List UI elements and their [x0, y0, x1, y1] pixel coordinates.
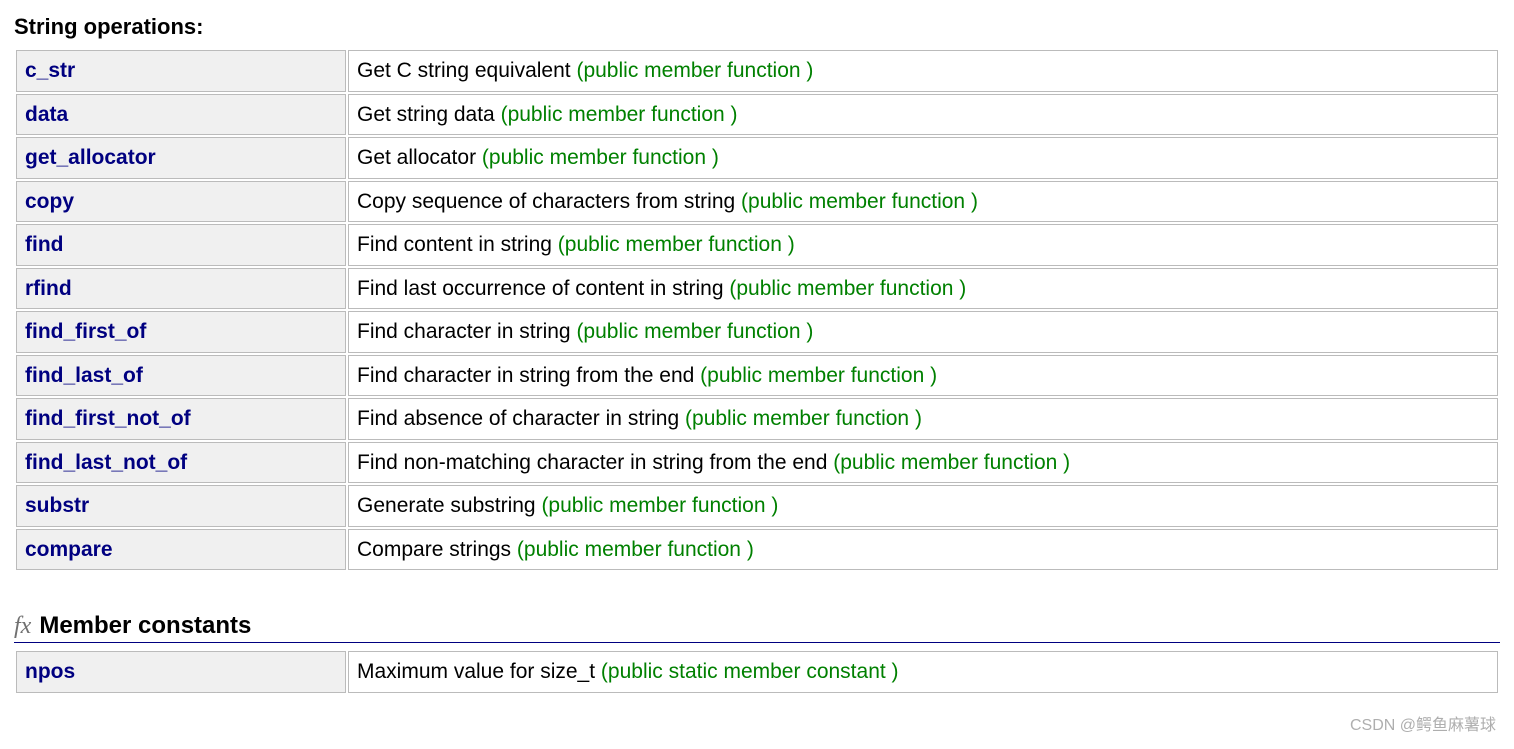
- func-desc: Copy sequence of characters from string: [357, 190, 741, 213]
- func-desc: Get C string equivalent: [357, 59, 576, 82]
- func-desc: Find last occurrence of content in strin…: [357, 277, 729, 300]
- func-desc-cell: Find character in string (public member …: [348, 311, 1498, 353]
- func-desc-cell: Find non-matching character in string fr…: [348, 442, 1498, 484]
- func-link-rfind[interactable]: rfind: [25, 277, 72, 300]
- func-desc: Find character in string from the end: [357, 364, 700, 387]
- func-name-cell[interactable]: find_last_of: [16, 355, 346, 397]
- func-desc: Find content in string: [357, 233, 558, 256]
- func-link-copy[interactable]: copy: [25, 190, 74, 213]
- table-row: npos Maximum value for size_t (public st…: [16, 651, 1498, 693]
- table-row: find_first_of Find character in string (…: [16, 311, 1498, 353]
- func-link-find_last_not_of[interactable]: find_last_not_of: [25, 451, 187, 474]
- func-tag: (public member function ): [482, 146, 719, 169]
- func-tag: (public member function ): [576, 320, 813, 343]
- table-row: find_last_of Find character in string fr…: [16, 355, 1498, 397]
- func-link-compare[interactable]: compare: [25, 538, 113, 561]
- func-desc-cell: Find absence of character in string (pub…: [348, 398, 1498, 440]
- func-tag: (public member function ): [700, 364, 937, 387]
- table-row: substr Generate substring (public member…: [16, 485, 1498, 527]
- table-row: c_str Get C string equivalent (public me…: [16, 50, 1498, 92]
- table-row: rfind Find last occurrence of content in…: [16, 268, 1498, 310]
- func-desc-cell: Copy sequence of characters from string …: [348, 181, 1498, 223]
- table-row: find_first_not_of Find absence of charac…: [16, 398, 1498, 440]
- func-link-find[interactable]: find: [25, 233, 63, 256]
- func-name-cell[interactable]: substr: [16, 485, 346, 527]
- func-desc-cell: Find last occurrence of content in strin…: [348, 268, 1498, 310]
- func-desc-cell: Get allocator (public member function ): [348, 137, 1498, 179]
- func-name-cell[interactable]: copy: [16, 181, 346, 223]
- func-desc-cell: Compare strings (public member function …: [348, 529, 1498, 571]
- func-desc-cell: Get string data (public member function …: [348, 94, 1498, 136]
- func-name-cell[interactable]: npos: [16, 651, 346, 693]
- func-desc: Get allocator: [357, 146, 482, 169]
- func-link-find_first_not_of[interactable]: find_first_not_of: [25, 407, 191, 430]
- member-constants-table: npos Maximum value for size_t (public st…: [14, 649, 1500, 695]
- string-operations-table: c_str Get C string equivalent (public me…: [14, 48, 1500, 572]
- func-desc: Maximum value for size_t: [357, 660, 601, 683]
- func-link-find_first_of[interactable]: find_first_of: [25, 320, 146, 343]
- func-link-c_str[interactable]: c_str: [25, 59, 75, 82]
- func-desc: Find character in string: [357, 320, 576, 343]
- section-header-member-constants: fx Member constants: [14, 612, 1500, 643]
- func-desc: Find non-matching character in string fr…: [357, 451, 833, 474]
- func-name-cell[interactable]: find_first_of: [16, 311, 346, 353]
- func-tag: (public member function ): [517, 538, 754, 561]
- func-name-cell[interactable]: find_first_not_of: [16, 398, 346, 440]
- func-name-cell[interactable]: rfind: [16, 268, 346, 310]
- func-name-cell[interactable]: find: [16, 224, 346, 266]
- section-header-text: Member constants: [39, 612, 251, 640]
- func-name-cell[interactable]: data: [16, 94, 346, 136]
- func-tag: (public member function ): [576, 59, 813, 82]
- func-desc-cell: Find content in string (public member fu…: [348, 224, 1498, 266]
- func-name-cell[interactable]: get_allocator: [16, 137, 346, 179]
- table-row: get_allocator Get allocator (public memb…: [16, 137, 1498, 179]
- func-name-cell[interactable]: c_str: [16, 50, 346, 92]
- table-row: compare Compare strings (public member f…: [16, 529, 1498, 571]
- func-desc: Compare strings: [357, 538, 517, 561]
- watermark: CSDN @鳄鱼麻薯球: [1350, 711, 1496, 735]
- func-tag: (public member function ): [501, 103, 738, 126]
- func-link-substr[interactable]: substr: [25, 494, 89, 517]
- table-row: find Find content in string (public memb…: [16, 224, 1498, 266]
- func-desc-cell: Get C string equivalent (public member f…: [348, 50, 1498, 92]
- table-row: copy Copy sequence of characters from st…: [16, 181, 1498, 223]
- func-tag: (public member function ): [685, 407, 922, 430]
- func-tag: (public member function ): [541, 494, 778, 517]
- table-row: data Get string data (public member func…: [16, 94, 1498, 136]
- func-desc-cell: Maximum value for size_t (public static …: [348, 651, 1498, 693]
- func-desc: Generate substring: [357, 494, 541, 517]
- func-name-cell[interactable]: find_last_not_of: [16, 442, 346, 484]
- func-desc-cell: Generate substring (public member functi…: [348, 485, 1498, 527]
- func-tag: (public member function ): [729, 277, 966, 300]
- func-desc-cell: Find character in string from the end (p…: [348, 355, 1498, 397]
- func-tag: (public member function ): [833, 451, 1070, 474]
- func-name-cell[interactable]: compare: [16, 529, 346, 571]
- section-title-text: String operations: [14, 14, 196, 39]
- fx-icon: fx: [14, 613, 31, 640]
- func-tag: (public member function ): [558, 233, 795, 256]
- func-link-get_allocator[interactable]: get_allocator: [25, 146, 156, 169]
- func-link-data[interactable]: data: [25, 103, 68, 126]
- func-desc: Find absence of character in string: [357, 407, 685, 430]
- section-title-string-operations: String operations:: [14, 14, 1500, 40]
- func-tag: (public member function ): [741, 190, 978, 213]
- func-link-find_last_of[interactable]: find_last_of: [25, 364, 143, 387]
- func-link-npos[interactable]: npos: [25, 660, 75, 683]
- func-desc: Get string data: [357, 103, 501, 126]
- table-row: find_last_not_of Find non-matching chara…: [16, 442, 1498, 484]
- func-tag: (public static member constant ): [601, 660, 899, 683]
